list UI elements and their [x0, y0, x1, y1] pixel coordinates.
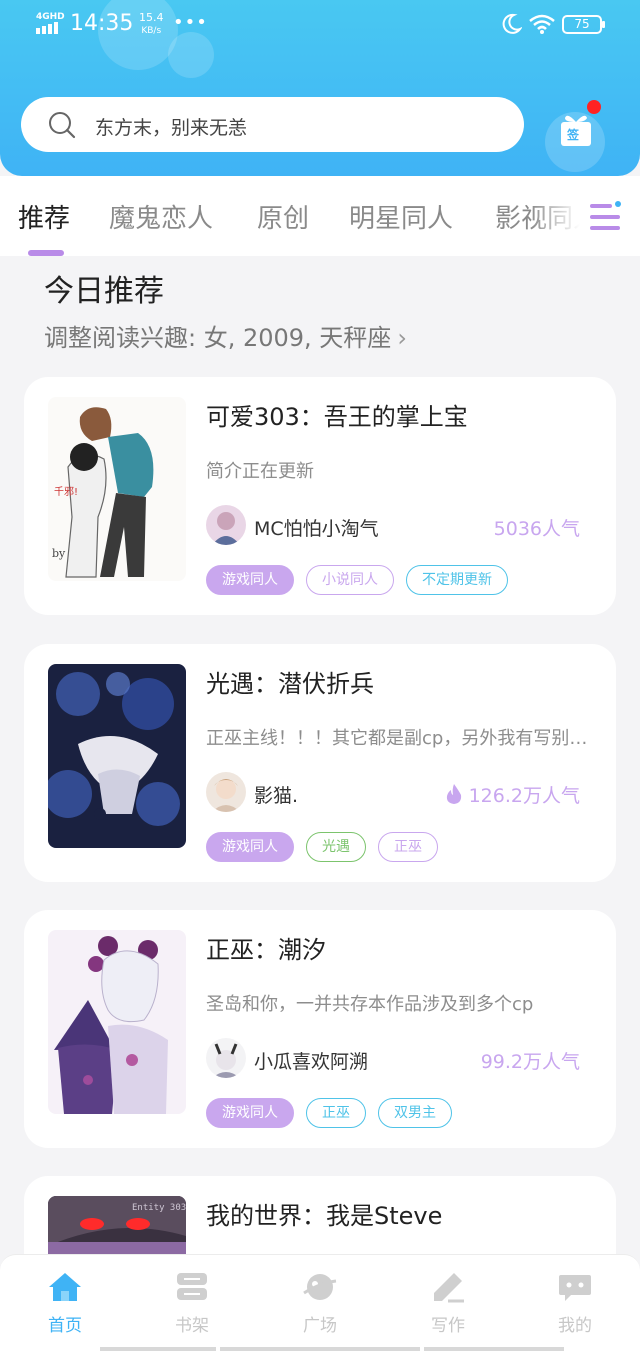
author-name: 小瓜喜欢阿溯	[254, 1051, 369, 1073]
book-card[interactable]: 正巫：潮汐 圣岛和你，一并共存本作品涉及到多个cp 小瓜喜欢阿溯 99.2万人气…	[24, 910, 616, 1148]
notification-dot	[587, 100, 601, 114]
tag[interactable]: 光遇	[306, 832, 366, 862]
status-bar: 4GHD 14:35 15.4 KB/s ••• 75	[0, 0, 640, 50]
search-placeholder: 东方末，别来无恙	[95, 117, 248, 139]
cover-text: Entity 303	[132, 1203, 186, 1213]
popularity: 99.2万人气	[480, 1051, 580, 1073]
moon-icon	[502, 13, 522, 34]
chat-bubble-icon	[559, 1275, 591, 1301]
book-title: 正巫：潮汐	[206, 936, 326, 964]
book-title: 可爱303：吾王的掌上宝	[206, 403, 468, 431]
fire-icon	[446, 784, 461, 804]
status-time: 14:35	[70, 11, 134, 36]
active-tab-indicator	[28, 250, 64, 256]
tag[interactable]: 双男主	[378, 1098, 452, 1128]
reading-interest-link[interactable]: 调整阅读兴趣: 女, 2009, 天秤座 ›	[44, 318, 407, 353]
wifi-icon	[529, 14, 555, 34]
book-cover: 千邪! by	[48, 397, 186, 581]
svg-text:千邪!: 千邪!	[54, 486, 78, 498]
planet-icon	[303, 1274, 337, 1300]
author-avatar	[206, 1038, 246, 1078]
search-bar[interactable]: 东方末，别来无恙	[21, 97, 524, 152]
nav-label: 写作	[431, 1316, 465, 1336]
book-cover	[48, 664, 186, 848]
nav-label: 首页	[48, 1316, 82, 1336]
tab-devil-lovers[interactable]: 魔鬼恋人	[109, 198, 213, 235]
tag[interactable]: 小说同人	[306, 565, 394, 595]
bottom-nav: 首页 书架 广场 写作 我的	[0, 1254, 640, 1351]
battery-indicator: 75	[562, 15, 605, 34]
tag-list: 游戏同人 小说同人 不定期更新	[206, 565, 508, 595]
nav-home[interactable]: 首页	[15, 1271, 115, 1336]
tag[interactable]: 游戏同人	[206, 832, 294, 862]
tag[interactable]: 游戏同人	[206, 1098, 294, 1128]
nav-square[interactable]: 广场	[270, 1271, 370, 1336]
book-card[interactable]: 千邪! by 可爱303：吾王的掌上宝 简介正在更新 MC怕怕小淘气 5036人…	[24, 377, 616, 615]
nav-write[interactable]: 写作	[398, 1271, 498, 1336]
category-menu-icon[interactable]	[590, 200, 622, 234]
book-title: 光遇：潜伏折兵	[206, 670, 374, 698]
tab-celebrity-fanfic[interactable]: 明星同人	[349, 198, 453, 235]
checkin-button[interactable]: 签	[545, 100, 605, 172]
author-avatar	[206, 505, 246, 545]
network-speed: 15.4 KB/s	[139, 12, 164, 37]
section-title: 今日推荐	[44, 274, 164, 309]
signal-icon	[36, 22, 58, 34]
pen-icon	[434, 1273, 464, 1303]
book-desc: 正巫主线！！！其它都是副cp，另外我有写别的作品	[206, 728, 590, 749]
book-card[interactable]: 光遇：潜伏折兵 正巫主线！！！其它都是副cp，另外我有写别的作品 影猫. 126…	[24, 644, 616, 882]
nav-label: 我的	[558, 1316, 592, 1336]
network-type: 4GHD	[36, 12, 65, 22]
tab-recommend[interactable]: 推荐	[18, 198, 70, 235]
tag[interactable]: 正巫	[306, 1098, 366, 1128]
tag-list: 游戏同人 正巫 双男主	[206, 1098, 452, 1128]
author-avatar	[206, 772, 246, 812]
tab-original[interactable]: 原创	[257, 198, 309, 235]
book-title: 我的世界：我是Steve	[206, 1202, 443, 1230]
popularity-value: 126.2万人气	[468, 785, 580, 807]
book-cover	[48, 930, 186, 1114]
chevron-right-icon: ›	[397, 324, 407, 352]
tag[interactable]: 正巫	[378, 832, 438, 862]
svg-text:by: by	[52, 547, 66, 560]
speed-unit: KB/s	[141, 26, 162, 36]
tag[interactable]: 不定期更新	[406, 565, 508, 595]
tag-list: 游戏同人 光遇 正巫	[206, 832, 438, 862]
tab-fade	[530, 176, 640, 256]
nav-label: 广场	[303, 1316, 337, 1336]
nav-bookshelf[interactable]: 书架	[142, 1271, 242, 1336]
search-icon	[49, 112, 76, 139]
header: 4GHD 14:35 15.4 KB/s ••• 75 东方末，别来无恙 签	[0, 0, 640, 176]
popularity: 5036人气	[493, 518, 580, 540]
home-icon	[49, 1273, 81, 1301]
checkin-label: 签	[567, 128, 580, 142]
book-desc: 简介正在更新	[206, 461, 314, 482]
nav-label: 书架	[175, 1316, 209, 1336]
category-tabs: 推荐 魔鬼恋人 原创 明星同人 影视同人	[0, 176, 640, 256]
tag[interactable]: 游戏同人	[206, 565, 294, 595]
more-notifications-icon: •••	[173, 12, 208, 33]
bookshelf-icon	[177, 1273, 207, 1300]
nav-mine[interactable]: 我的	[525, 1271, 625, 1336]
author-name: 影猫.	[254, 785, 299, 807]
popularity: 126.2万人气	[445, 781, 580, 808]
section-subtitle: 调整阅读兴趣: 女, 2009, 天秤座	[44, 324, 392, 352]
author-name: MC怕怕小淘气	[254, 518, 379, 540]
system-gesture-bar	[100, 1347, 564, 1351]
speed-value: 15.4	[139, 11, 164, 24]
book-desc: 圣岛和你，一并共存本作品涉及到多个cp	[206, 994, 534, 1015]
